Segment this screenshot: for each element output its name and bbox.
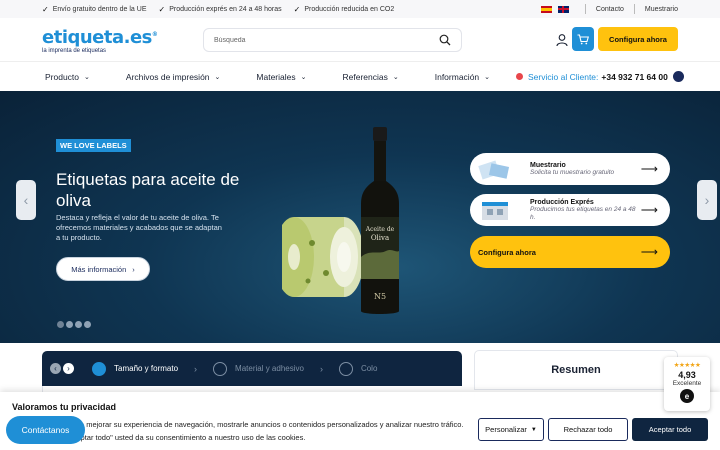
header: etiqueta.es® la imprenta de etiquetas Co… xyxy=(0,18,720,62)
configure-now-card[interactable]: Configura ahora ⟶ xyxy=(470,236,670,268)
accept-all-button[interactable]: Aceptar todo xyxy=(632,418,708,441)
service-label: Servicio al Cliente: xyxy=(528,71,599,82)
samples-card[interactable]: Muestrario Solicita tu muestrario gratui… xyxy=(470,153,670,185)
step-material-adhesive[interactable]: Material y adhesivo xyxy=(213,361,304,376)
review-score: 4,93 xyxy=(678,370,696,380)
express-card-title: Producción Exprés xyxy=(530,198,594,206)
divider xyxy=(633,4,635,14)
chevron-right-icon: › xyxy=(704,192,710,208)
step-indicator-icon xyxy=(213,361,228,376)
carousel-dot[interactable] xyxy=(84,321,91,328)
usp-shipping: ✓ Envío gratuito dentro de la UE xyxy=(42,4,147,14)
cookie-title: Valoramos tu privacidad xyxy=(12,402,117,412)
samples-thumbnail xyxy=(478,160,510,180)
contact-link[interactable]: Contacto xyxy=(596,6,624,13)
caret-down-icon: ▼ xyxy=(530,426,537,433)
usp-co2: ✓ Producción reducida en CO2 xyxy=(293,4,395,14)
nav-item-referencias[interactable]: Referencias ⌄ xyxy=(343,72,399,82)
chevron-down-icon: ⌄ xyxy=(484,73,491,81)
chevron-left-icon: ‹ xyxy=(23,192,29,208)
olive-oil-bottle-image: Aceite de Oliva N5 xyxy=(361,127,399,314)
usp-express: ✓ Producción exprés en 24 a 48 horas xyxy=(158,4,282,14)
chevron-down-icon: ⌄ xyxy=(300,73,307,81)
logo[interactable]: etiqueta.es® la imprenta de etiquetas xyxy=(42,26,162,54)
steps-next-button[interactable]: › xyxy=(63,363,74,374)
logo-tagline: la imprenta de etiquetas xyxy=(42,47,107,54)
bottle-label-line2: Oliva xyxy=(371,234,389,242)
bottle-number: N5 xyxy=(374,292,386,301)
check-icon: ✓ xyxy=(293,4,301,14)
hero-tag: WE LOVE LABELS xyxy=(56,139,131,152)
trusted-shops-icon: e xyxy=(680,389,694,403)
hero-title: Etiquetas para aceite de oliva xyxy=(56,170,240,210)
nav-item-archivos[interactable]: Archivos de impresión ⌄ xyxy=(126,72,221,82)
chevron-right-icon: › xyxy=(319,363,323,374)
arrow-right-icon: ⟶ xyxy=(640,203,658,217)
hero-banner: WE LOVE LABELS Etiquetas para aceite de … xyxy=(0,91,720,343)
express-card-subtitle: Producimos tus etiquetas en 24 a 48 h. xyxy=(530,205,636,221)
carousel-dots xyxy=(57,321,93,328)
carousel-dot[interactable] xyxy=(57,321,64,328)
steps-prev-button[interactable]: ‹ xyxy=(50,363,61,374)
search-icon[interactable] xyxy=(439,34,451,46)
top-bar-right: Contacto Muestrario xyxy=(540,4,678,14)
chevron-right-icon: › xyxy=(194,363,198,374)
contact-us-button[interactable]: Contáctanos xyxy=(6,416,85,444)
search-box xyxy=(203,28,462,52)
carousel-prev-button[interactable]: ‹ xyxy=(16,180,36,220)
trusted-shops-widget[interactable]: ★★★★★ 4,93 Excelente e xyxy=(664,357,710,411)
star-rating-icon: ★★★★★ xyxy=(673,362,701,369)
user-icon[interactable] xyxy=(555,33,569,47)
express-thumbnail xyxy=(482,202,508,220)
spanish-flag-icon[interactable] xyxy=(540,5,552,13)
step-color[interactable]: Colo xyxy=(338,361,377,376)
search-input[interactable] xyxy=(214,36,439,44)
step-indicator-icon xyxy=(338,361,353,376)
english-flag-icon[interactable] xyxy=(557,5,569,13)
carousel-dot[interactable] xyxy=(75,321,82,328)
summary-panel-title: Resumen xyxy=(474,350,678,390)
samples-link[interactable]: Muestrario xyxy=(645,6,678,13)
customer-service[interactable]: Servicio al Cliente: +34 932 71 64 00 xyxy=(516,62,684,91)
cookie-banner: Valoramos tu privacidad Usamos cookies p… xyxy=(0,392,720,450)
configurator-steps: ‹ › Tamaño y formato › Material y adhesi… xyxy=(42,351,462,386)
status-dot-icon xyxy=(516,73,523,80)
chat-icon[interactable] xyxy=(672,71,684,82)
samples-card-subtitle: Solicita tu muestrario gratuito xyxy=(530,168,615,176)
arrow-right-icon: ⟶ xyxy=(640,162,658,176)
step-size-format[interactable]: Tamaño y formato xyxy=(92,361,178,376)
nav-item-materiales[interactable]: Materiales ⌄ xyxy=(256,72,306,82)
reject-all-button[interactable]: Rechazar todo xyxy=(548,418,628,441)
samples-card-title: Muestrario xyxy=(530,161,566,169)
arrow-right-icon: ⟶ xyxy=(640,245,658,259)
main-nav: Producto ⌄ Archivos de impresión ⌄ Materia… xyxy=(0,62,720,91)
top-bar: ✓ Envío gratuito dentro de la UE ✓ Producc… xyxy=(0,0,720,18)
chevron-down-icon: ⌄ xyxy=(84,73,90,81)
more-info-button[interactable]: Más información › xyxy=(56,257,150,281)
nav-item-informacion[interactable]: Información ⌄ xyxy=(435,72,490,82)
chevron-down-icon: ⌄ xyxy=(214,73,221,81)
check-icon: ✓ xyxy=(42,4,49,14)
registered-icon: ® xyxy=(151,30,158,38)
step-indicator-icon xyxy=(92,361,106,376)
chevron-right-icon: › xyxy=(132,264,135,274)
cart-button[interactable] xyxy=(572,27,594,51)
customize-button[interactable]: Personalizar ▼ xyxy=(478,418,544,441)
carousel-next-button[interactable]: › xyxy=(697,180,717,220)
cart-icon xyxy=(577,33,589,44)
divider xyxy=(584,4,586,14)
service-phone[interactable]: +34 932 71 64 00 xyxy=(601,72,667,82)
hero-description: Destaca y refleja el valor de tu aceite … xyxy=(56,213,222,242)
express-production-card[interactable]: Producción Exprés Producimos tus etiquet… xyxy=(470,194,670,226)
check-icon: ✓ xyxy=(158,4,166,14)
bottle-label-line1: Aceite de xyxy=(365,226,395,233)
review-label: Excelente xyxy=(672,380,702,387)
carousel-dot[interactable] xyxy=(66,321,73,328)
configure-card-title: Configura ahora xyxy=(478,247,536,257)
configure-now-button[interactable]: Configura ahora xyxy=(598,27,678,51)
logo-text: etiqueta.es xyxy=(42,26,152,48)
chevron-down-icon: ⌄ xyxy=(392,73,399,81)
nav-item-producto[interactable]: Producto ⌄ xyxy=(45,72,90,82)
